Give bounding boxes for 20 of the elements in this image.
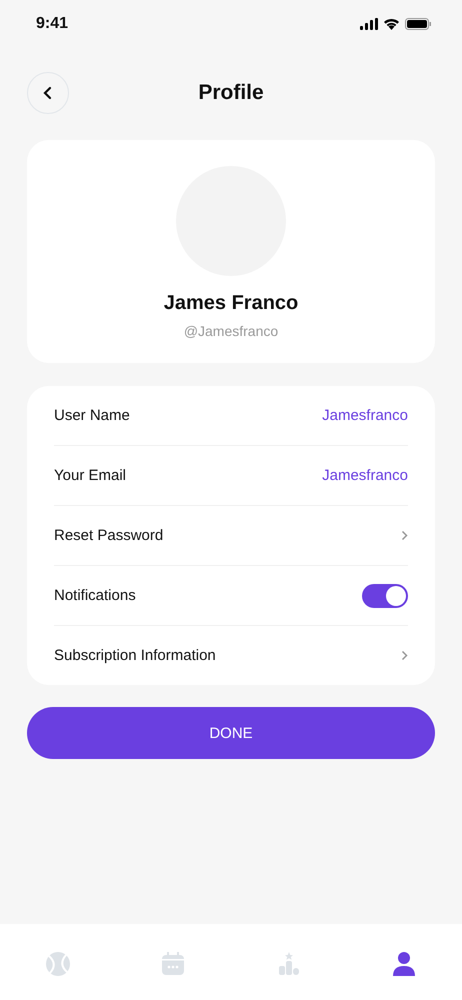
setting-label: Notifications	[54, 587, 136, 604]
setting-label: Your Email	[54, 467, 126, 484]
setting-label: User Name	[54, 407, 130, 424]
profile-handle: @Jamesfranco	[184, 323, 278, 339]
toggle-switch[interactable]	[362, 584, 408, 608]
chevron-right-icon	[401, 530, 408, 541]
signal-icon	[360, 18, 378, 30]
setting-value: Jamesfranco	[322, 407, 408, 424]
wifi-icon	[383, 18, 400, 30]
back-button[interactable]	[27, 72, 69, 114]
battery-icon	[405, 18, 432, 30]
status-time: 9:41	[36, 15, 68, 33]
page-title: Profile	[198, 81, 264, 105]
setting-label: Subscription Information	[54, 647, 216, 664]
chevron-left-icon	[42, 86, 54, 100]
profile-name: James Franco	[164, 292, 298, 315]
setting-value: Jamesfranco	[322, 467, 408, 484]
setting-label: Reset Password	[54, 527, 164, 544]
chevron-right-icon	[401, 650, 408, 661]
done-button[interactable]: DONE	[27, 707, 435, 759]
